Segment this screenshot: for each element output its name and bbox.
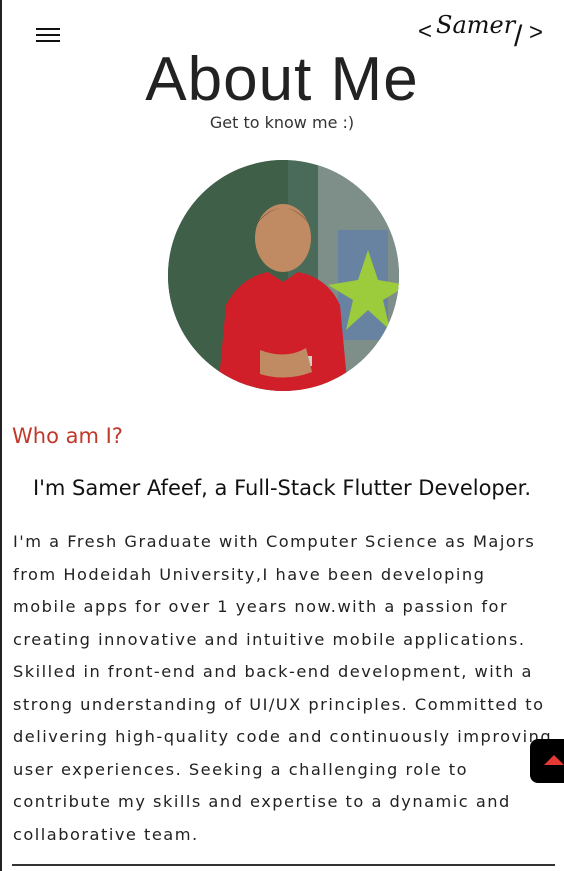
- intro-headline: I'm Samer Afeef, a Full-Stack Flutter De…: [32, 476, 532, 500]
- profile-photo: [168, 160, 399, 391]
- hamburger-menu-icon[interactable]: [36, 24, 60, 44]
- section-divider: [12, 864, 555, 866]
- logo-signature: Samer: [436, 11, 517, 39]
- arrow-up-icon: [544, 755, 564, 765]
- scroll-to-top-button[interactable]: [530, 739, 564, 783]
- bio-paragraph: I'm a Fresh Graduate with Computer Scien…: [13, 532, 553, 844]
- logo-bracket-left: <: [418, 18, 432, 45]
- page-title: About Me: [145, 45, 419, 114]
- logo-bracket-right: >: [529, 19, 543, 46]
- page-subtitle: Get to know me :): [209, 113, 355, 132]
- section-heading: Who am I?: [12, 424, 123, 448]
